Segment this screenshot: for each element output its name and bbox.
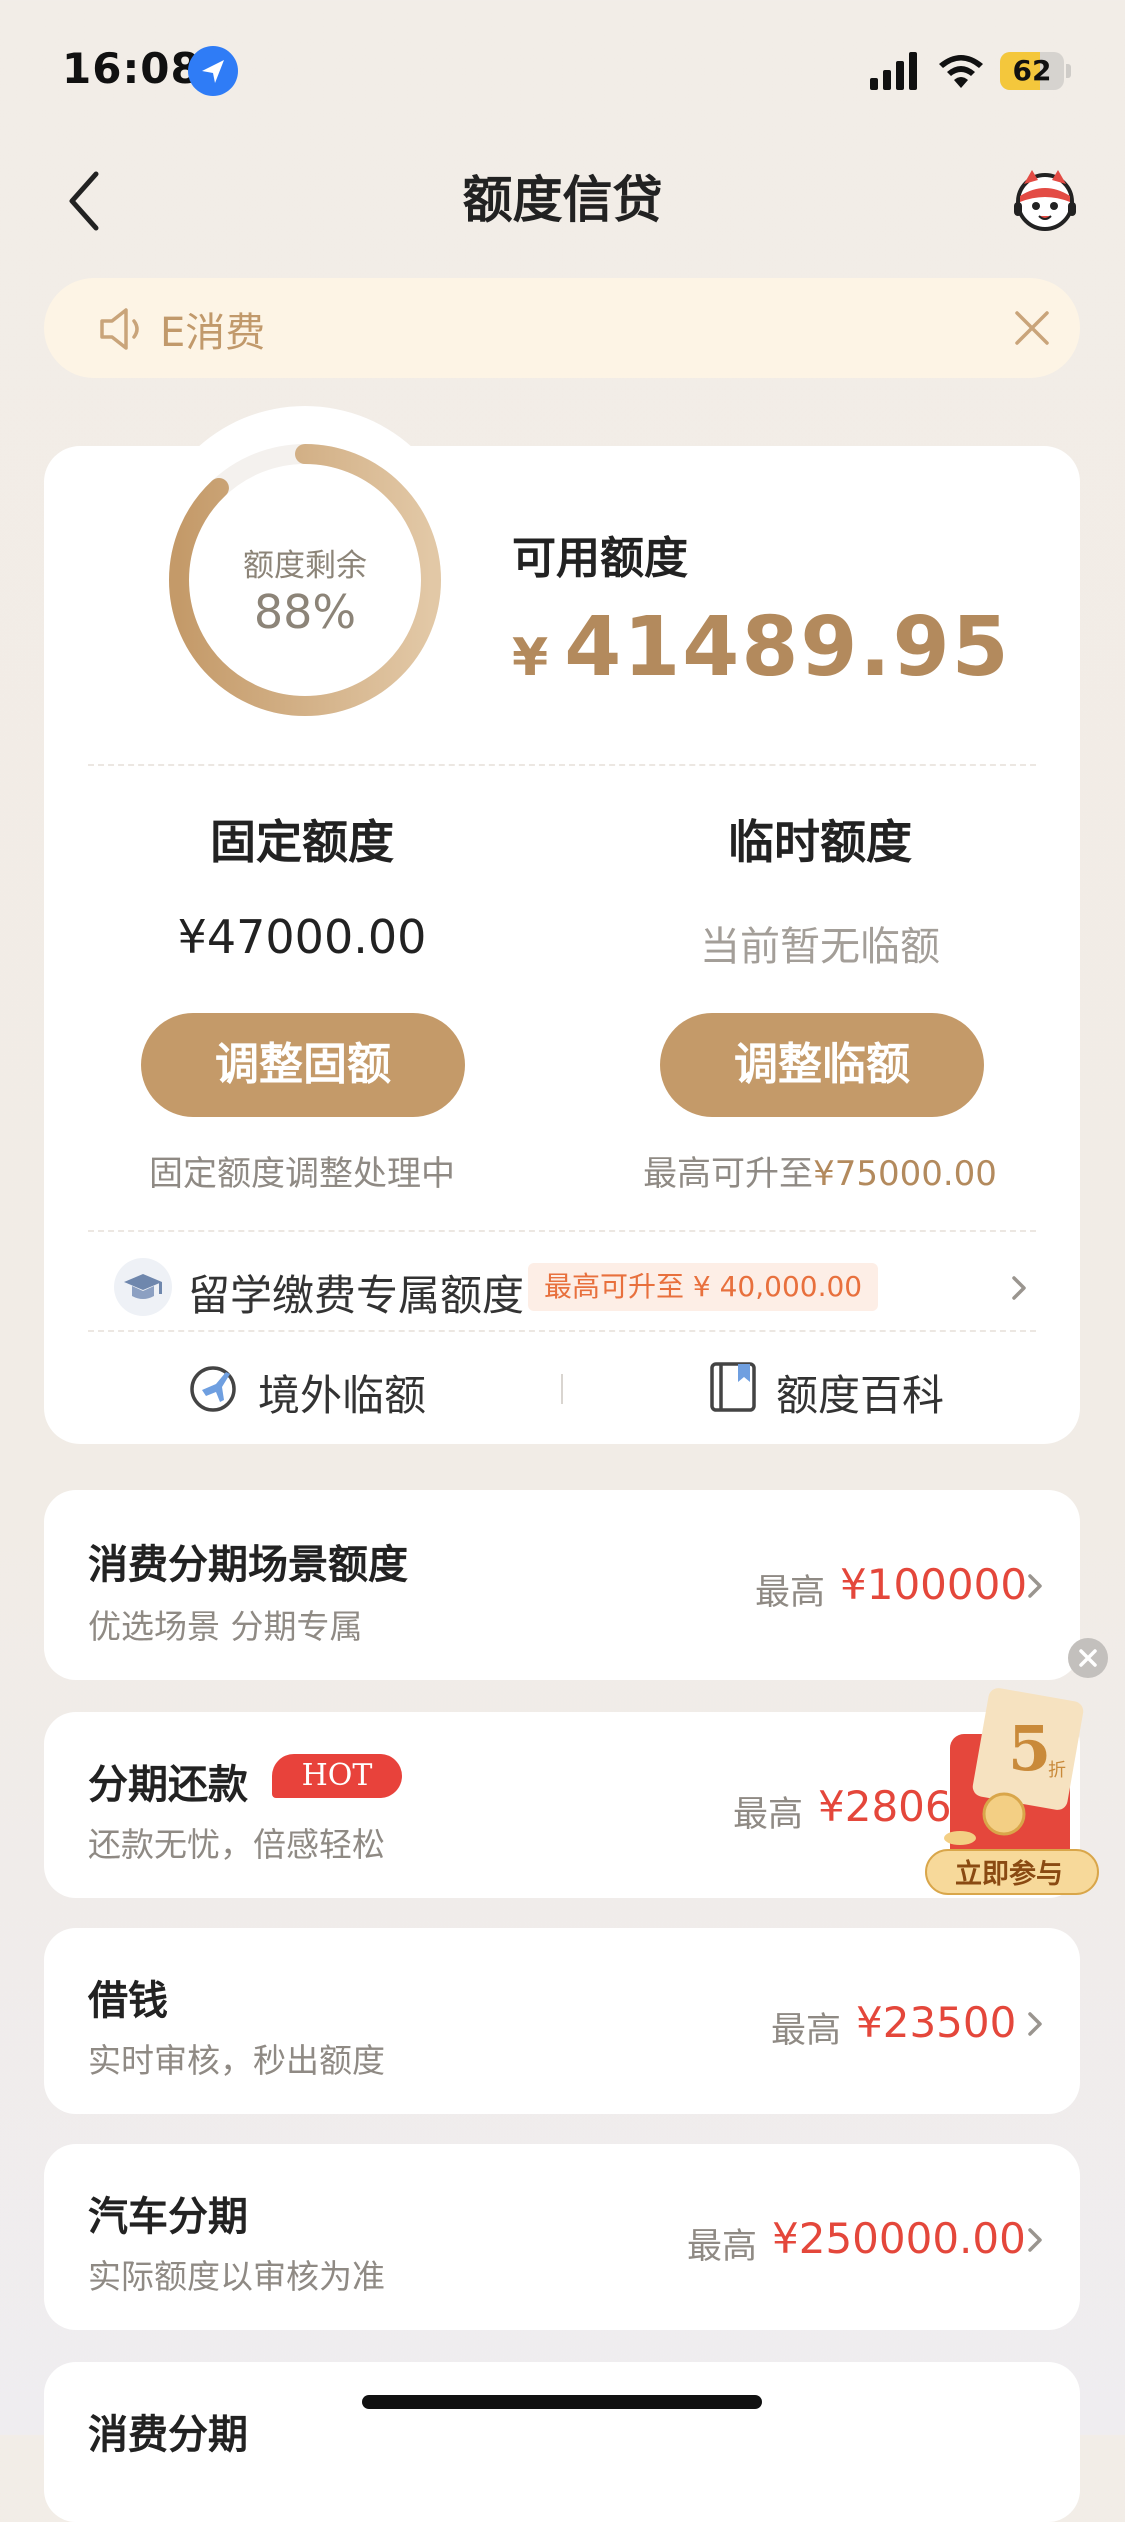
promo-close-button[interactable]: [1068, 1638, 1108, 1678]
study-credit-badge: 最高可升至 ¥ 40,000.00: [528, 1263, 879, 1311]
separator: [561, 1374, 563, 1404]
hot-badge: HOT: [272, 1754, 402, 1798]
product-max-label: 最高: [687, 2227, 758, 2267]
product-amount: ¥250000.00: [772, 2214, 1026, 2263]
speaker-icon: [100, 308, 139, 350]
chevron-right-icon: [1012, 1276, 1026, 1300]
ring-label: 额度剩余: [243, 548, 367, 584]
divider: [88, 764, 1036, 766]
fixed-value: ¥47000.00: [177, 910, 427, 964]
fixed-title: 固定额度: [210, 815, 394, 869]
temp-title: 临时额度: [728, 815, 912, 869]
product-title: 消费分期场景额度: [88, 1542, 408, 1588]
battery-level: 62: [1012, 54, 1052, 87]
chevron-right-icon: [1028, 1574, 1042, 1598]
plane-globe-icon: [190, 1366, 236, 1412]
divider: [88, 1330, 1036, 1332]
promo-discount: 5: [1008, 1712, 1052, 1785]
currency-symbol: ¥: [512, 628, 551, 688]
status-time: 16:08: [62, 44, 201, 93]
product-subtitle: 优选场景 分期专属: [88, 1607, 363, 1646]
adjust-temp-button[interactable]: 调整临额: [660, 1013, 984, 1117]
signal-icon: [870, 52, 920, 90]
product-subtitle: 还款无忧，倍感轻松: [88, 1825, 385, 1864]
book-icon: [710, 1362, 756, 1412]
notice-bar[interactable]: E消费: [44, 278, 1080, 378]
overseas-temp-credit-label: 境外临额: [258, 1371, 427, 1420]
product-subtitle: 实时审核，秒出额度: [88, 2041, 385, 2080]
chevron-right-icon: [1028, 2228, 1042, 2252]
product-title: 消费分期: [88, 2412, 248, 2458]
divider: [88, 1230, 1036, 1232]
product-subtitle: 实际额度以审核为准: [88, 2257, 385, 2296]
mascot-service-icon[interactable]: [1010, 166, 1080, 232]
wifi-icon: [936, 50, 986, 90]
promo-join-button[interactable]: 立即参与: [926, 1852, 1092, 1891]
product-card-consumer-installment[interactable]: 消费分期: [44, 2362, 1080, 2522]
product-max-label: 最高: [771, 2011, 842, 2051]
home-indicator: [362, 2395, 762, 2409]
temp-value: 当前暂无临额: [700, 924, 940, 970]
location-icon: [188, 46, 238, 96]
product-title: 借钱: [88, 1978, 168, 2024]
study-credit-label: 留学缴费专属额度: [188, 1271, 525, 1320]
temp-note-prefix: 最高可升至: [643, 1154, 814, 1194]
available-amount: ¥41489.95: [512, 600, 1011, 695]
product-title: 分期还款: [88, 1762, 248, 1808]
notice-text: E消费: [160, 310, 266, 356]
temp-note-amount: ¥75000.00: [813, 1154, 997, 1194]
temp-note: 最高可升至¥75000.00: [590, 1146, 1050, 1195]
chevron-right-icon: [1028, 2012, 1042, 2036]
product-card-car-installment[interactable]: 汽车分期 实际额度以审核为准 最高 ¥250000.00: [44, 2144, 1080, 2330]
product-card-borrow[interactable]: 借钱 实时审核，秒出额度 最高 ¥23500: [44, 1928, 1080, 2114]
promo-discount-unit: 折: [1048, 1760, 1066, 1781]
product-max-label: 最高: [733, 1795, 804, 1835]
product-max-label: 最高: [755, 1573, 826, 1613]
fixed-note: 固定额度调整处理中: [149, 1154, 455, 1194]
adjust-fixed-button[interactable]: 调整固额: [141, 1013, 465, 1117]
battery-indicator: 62: [1000, 52, 1071, 90]
graduation-cap-icon: [114, 1258, 172, 1316]
available-label: 可用额度: [512, 533, 688, 584]
credit-wiki-label: 额度百科: [776, 1371, 945, 1420]
product-amount: ¥23500: [856, 1998, 1017, 2047]
product-card-installment-scene[interactable]: 消费分期场景额度 优选场景 分期专属 最高 ¥100000: [44, 1490, 1080, 1680]
available-value: 41489.95: [564, 600, 1011, 695]
product-amount: ¥100000: [840, 1560, 1028, 1609]
ring-percent: 88%: [253, 585, 357, 639]
close-icon[interactable]: [1012, 308, 1052, 348]
product-title: 汽车分期: [88, 2194, 248, 2240]
page-title: 额度信贷: [462, 171, 663, 229]
close-icon: [1079, 1649, 1097, 1667]
